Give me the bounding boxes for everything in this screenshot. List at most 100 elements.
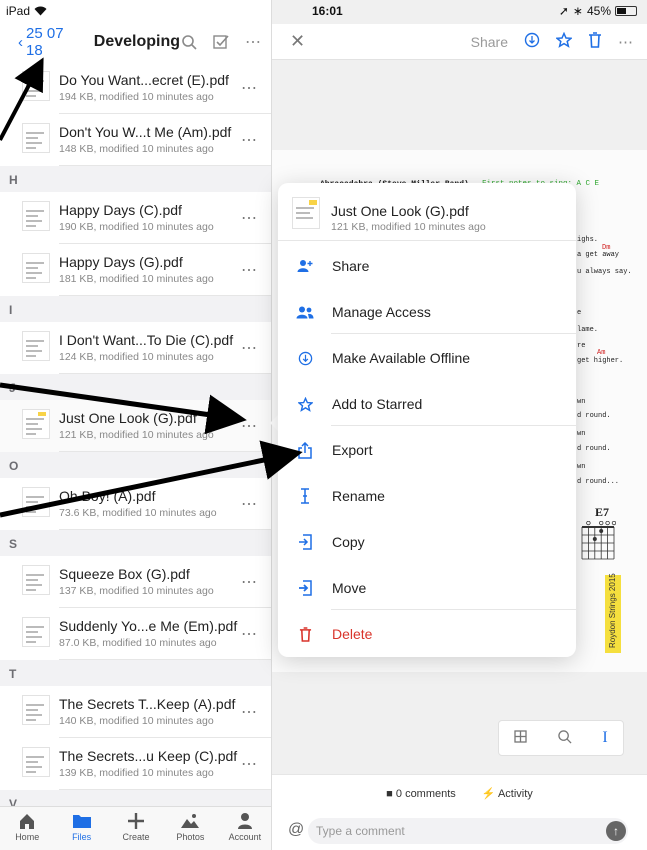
more-options-icon[interactable]: ⋯ (241, 572, 258, 592)
lyric-line: wn (577, 463, 586, 471)
more-options-icon[interactable]: ⋯ (241, 338, 258, 358)
file-row[interactable]: Just One Look (G).pdf 121 KB, modified 10… (0, 400, 271, 452)
file-row[interactable]: Suddenly Yo...e Me (Em).pdf 87.0 KB, modi… (0, 608, 271, 660)
folder-header: ‹ 25 07 18 Developing ⋯ (0, 24, 271, 60)
menu-file-name: Just One Look (G).pdf (331, 203, 469, 219)
send-arrow-icon[interactable]: ↑ (606, 821, 626, 841)
pdf-thumbnail (22, 201, 50, 231)
lyric-line: a get away (577, 251, 620, 259)
chord-diagram-name: E7 (595, 505, 610, 519)
tab-create-label: Create (122, 832, 150, 842)
menu-item-manage-access[interactable]: Manage Access (278, 289, 576, 335)
menu-item-copy[interactable]: Copy (278, 519, 576, 565)
activity-button[interactable]: ⚡ Activity (482, 787, 533, 800)
section-header-s: S (0, 530, 271, 556)
tab-photos-label: Photos (176, 832, 205, 842)
pdf-thumbnail (22, 747, 50, 777)
more-options-icon[interactable]: ⋯ (244, 33, 262, 51)
grid-icon[interactable] (514, 730, 527, 746)
menu-divider (331, 425, 576, 426)
menu-item-rename[interactable]: Rename (278, 473, 576, 519)
file-name: Just One Look (G).pdf (59, 410, 197, 426)
file-row[interactable]: The Secrets T...Keep (A).pdf 140 KB, modi… (0, 686, 271, 738)
file-meta: 124 KB, modified 10 minutes ago (59, 351, 214, 363)
more-options-icon[interactable]: ⋯ (241, 494, 258, 514)
mention-icon[interactable]: @ (288, 821, 304, 839)
tab-create[interactable]: Create (109, 807, 163, 850)
trash-icon[interactable] (588, 31, 602, 52)
more-options-icon[interactable]: ⋯ (241, 702, 258, 722)
comment-input[interactable] (308, 818, 628, 844)
section-header-h: H (0, 166, 271, 192)
tab-home[interactable]: Home (0, 807, 54, 850)
menu-item-make-available-offline[interactable]: Make Available Offline (278, 335, 576, 381)
file-meta: 181 KB, modified 10 minutes ago (59, 273, 214, 285)
menu-item-share[interactable]: Share (278, 243, 576, 289)
file-row[interactable]: Do You Want...ecret (E).pdf 194 KB, modif… (0, 62, 271, 114)
menu-item-delete[interactable]: Delete (278, 611, 576, 657)
add-person-icon (278, 259, 332, 273)
lyric-line: get higher. (577, 357, 624, 365)
chord-grid-icon (581, 521, 616, 560)
more-options-icon[interactable]: ⋯ (618, 33, 633, 51)
comments-button[interactable]: ■ 0 comments (386, 788, 456, 800)
comments-count: 0 comments (395, 787, 456, 800)
text-cursor-icon[interactable]: I (602, 729, 607, 747)
status-bar-left: iPad (6, 4, 47, 18)
star-icon (278, 396, 332, 412)
more-options-icon[interactable]: ⋯ (241, 130, 258, 150)
file-name: Don't You W...t Me (Am).pdf (59, 124, 232, 140)
search-icon[interactable] (558, 729, 572, 747)
menu-item-add-to-starred[interactable]: Add to Starred (278, 381, 576, 427)
offline-icon[interactable] (524, 32, 540, 52)
row-divider (59, 529, 271, 530)
close-icon[interactable]: ✕ (290, 31, 305, 52)
location-icon: ➚ (558, 4, 569, 18)
section-header-o: O (0, 452, 271, 478)
more-options-icon[interactable]: ⋯ (241, 260, 258, 280)
pdf-thumbnail (22, 409, 50, 439)
copy-icon (278, 534, 332, 550)
file-row[interactable]: The Secrets...u Keep (C).pdf 139 KB, modi… (0, 738, 271, 790)
pdf-thumbnail (22, 71, 50, 101)
view-tools: I (498, 720, 624, 756)
lyric-line: re (577, 342, 586, 350)
share-button[interactable]: Share (471, 34, 508, 50)
file-meta: 139 KB, modified 10 minutes ago (59, 767, 214, 779)
menu-item-move[interactable]: Move (278, 565, 576, 611)
file-meta: 137 KB, modified 10 minutes ago (59, 585, 214, 597)
tab-account[interactable]: Account (218, 807, 271, 850)
select-checkbox-icon[interactable] (212, 33, 230, 51)
file-row[interactable]: I Don't Want...To Die (C).pdf 124 KB, mod… (0, 322, 271, 374)
file-row[interactable]: Oh Boy! (A).pdf 73.6 KB, modified 10 minu… (0, 478, 271, 530)
more-options-icon[interactable]: ⋯ (241, 754, 258, 774)
home-icon (18, 810, 36, 832)
back-button[interactable]: ‹ 25 07 18 (18, 25, 82, 59)
row-divider (59, 451, 271, 452)
row-divider (59, 295, 271, 296)
sticker-label: Roydon Strings 2015 (605, 573, 621, 653)
more-options-icon[interactable]: ⋯ (241, 208, 258, 228)
more-options-icon[interactable]: ⋯ (241, 624, 258, 644)
trash-icon (278, 626, 332, 642)
star-icon[interactable] (555, 31, 573, 52)
file-row[interactable]: Happy Days (G).pdf 181 KB, modified 10 mi… (0, 244, 271, 296)
menu-file-header: Just One Look (G).pdf 121 KB, modified 1… (278, 183, 576, 241)
file-row[interactable]: Don't You W...t Me (Am).pdf 148 KB, modif… (0, 114, 271, 166)
file-name: Happy Days (G).pdf (59, 254, 183, 270)
menu-item-export[interactable]: Export (278, 427, 576, 473)
menu-divider (331, 333, 576, 334)
search-icon[interactable] (180, 33, 198, 51)
tab-photos[interactable]: Photos (163, 807, 217, 850)
preview-toolbar: ✕ Share ⋯ (272, 24, 647, 60)
file-name: Squeeze Box (G).pdf (59, 566, 190, 582)
file-row[interactable]: Squeeze Box (G).pdf 137 KB, modified 10 m… (0, 556, 271, 608)
file-row[interactable]: Happy Days (C).pdf 190 KB, modified 10 mi… (0, 192, 271, 244)
more-options-icon[interactable]: ⋯ (241, 78, 258, 98)
more-options-icon[interactable]: ⋯ (241, 416, 258, 436)
person-icon (237, 810, 253, 832)
tab-files[interactable]: Files (54, 807, 108, 850)
lyric-line: ighs. (577, 236, 599, 244)
row-divider (59, 373, 271, 374)
lyric-line: lame. (577, 326, 599, 334)
